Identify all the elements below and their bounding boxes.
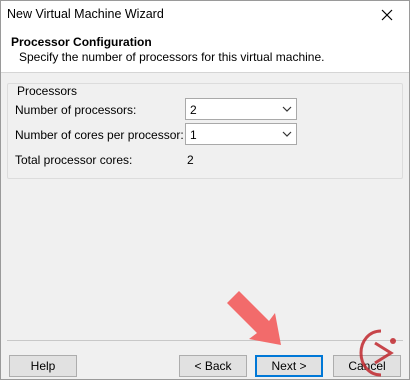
chevron-down-icon	[282, 131, 292, 137]
cores-per-processor-value: 1	[190, 128, 197, 142]
footer-divider	[7, 340, 403, 341]
page-title: Processor Configuration	[11, 35, 152, 49]
total-cores-label: Total processor cores:	[15, 153, 133, 167]
red-arrow-annotation	[227, 291, 281, 345]
total-cores-value: 2	[187, 153, 194, 167]
wizard-window: New Virtual Machine Wizard Processor Con…	[0, 0, 410, 380]
chevron-down-icon	[282, 106, 292, 112]
window-title: New Virtual Machine Wizard	[7, 7, 164, 21]
back-button[interactable]: < Back	[179, 355, 247, 377]
title-bar: New Virtual Machine Wizard	[1, 1, 409, 29]
next-button[interactable]: Next >	[255, 355, 323, 377]
watermark-logo	[359, 329, 396, 377]
close-icon	[381, 9, 393, 21]
processors-group-legend: Processors	[15, 84, 80, 98]
wizard-header: Processor Configuration Specify the numb…	[1, 29, 409, 73]
cores-per-processor-select[interactable]: 1	[185, 123, 297, 145]
close-button[interactable]	[365, 1, 409, 29]
help-button[interactable]: Help	[9, 355, 77, 377]
cores-per-processor-label: Number of cores per processor:	[15, 128, 184, 142]
num-processors-label: Number of processors:	[15, 103, 137, 117]
num-processors-select[interactable]: 2	[185, 98, 297, 120]
page-subtitle: Specify the number of processors for thi…	[19, 50, 325, 64]
num-processors-value: 2	[190, 103, 197, 117]
